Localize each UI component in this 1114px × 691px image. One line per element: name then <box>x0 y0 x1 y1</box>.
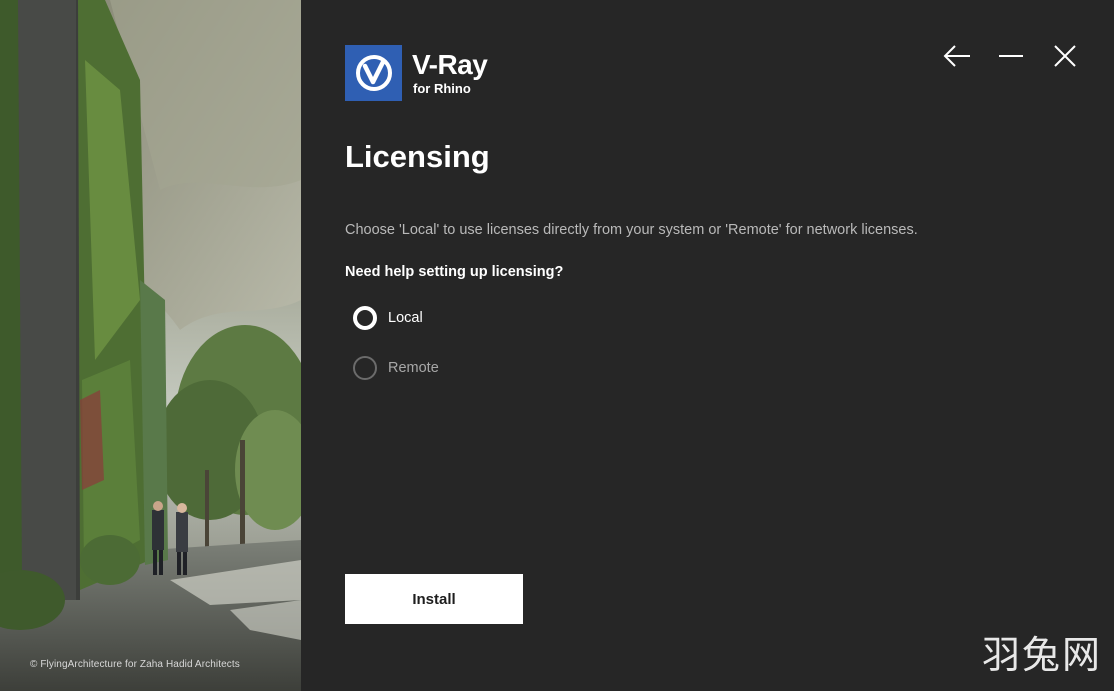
arrow-left-icon <box>943 45 970 67</box>
hero-image: © FlyingArchitecture for Zaha Hadid Arch… <box>0 0 301 691</box>
radio-local-indicator[interactable] <box>353 306 377 330</box>
installer-window: © FlyingArchitecture for Zaha Hadid Arch… <box>0 0 1114 691</box>
window-controls <box>938 40 1084 72</box>
content-panel: V-Ray for Rhino Licensing Choose 'Local'… <box>301 0 1114 691</box>
minimize-icon <box>999 55 1023 57</box>
minimize-button[interactable] <box>992 40 1030 72</box>
close-icon <box>1054 45 1076 67</box>
licensing-description: Choose 'Local' to use licenses directly … <box>345 222 918 238</box>
radio-remote[interactable]: Remote <box>353 356 439 380</box>
brand-logo: V-Ray for Rhino <box>345 45 488 101</box>
hero-illustration <box>0 0 301 691</box>
install-button[interactable]: Install <box>345 574 523 624</box>
radio-local[interactable]: Local <box>353 306 423 330</box>
image-credit: © FlyingArchitecture for Zaha Hadid Arch… <box>30 659 240 670</box>
page-title: Licensing <box>345 139 490 174</box>
brand-name: V-Ray <box>412 49 488 80</box>
watermark-text: 羽兔网 <box>981 633 1102 677</box>
brand-subtitle: for Rhino <box>413 81 471 96</box>
radio-remote-label: Remote <box>388 360 439 376</box>
back-button[interactable] <box>938 40 976 72</box>
brand-text: V-Ray for Rhino <box>412 49 488 96</box>
radio-remote-indicator[interactable] <box>353 356 377 380</box>
vray-logo-icon <box>345 45 402 101</box>
radio-local-label: Local <box>388 310 423 326</box>
close-button[interactable] <box>1046 40 1084 72</box>
licensing-help-link[interactable]: Need help setting up licensing? <box>345 264 563 280</box>
